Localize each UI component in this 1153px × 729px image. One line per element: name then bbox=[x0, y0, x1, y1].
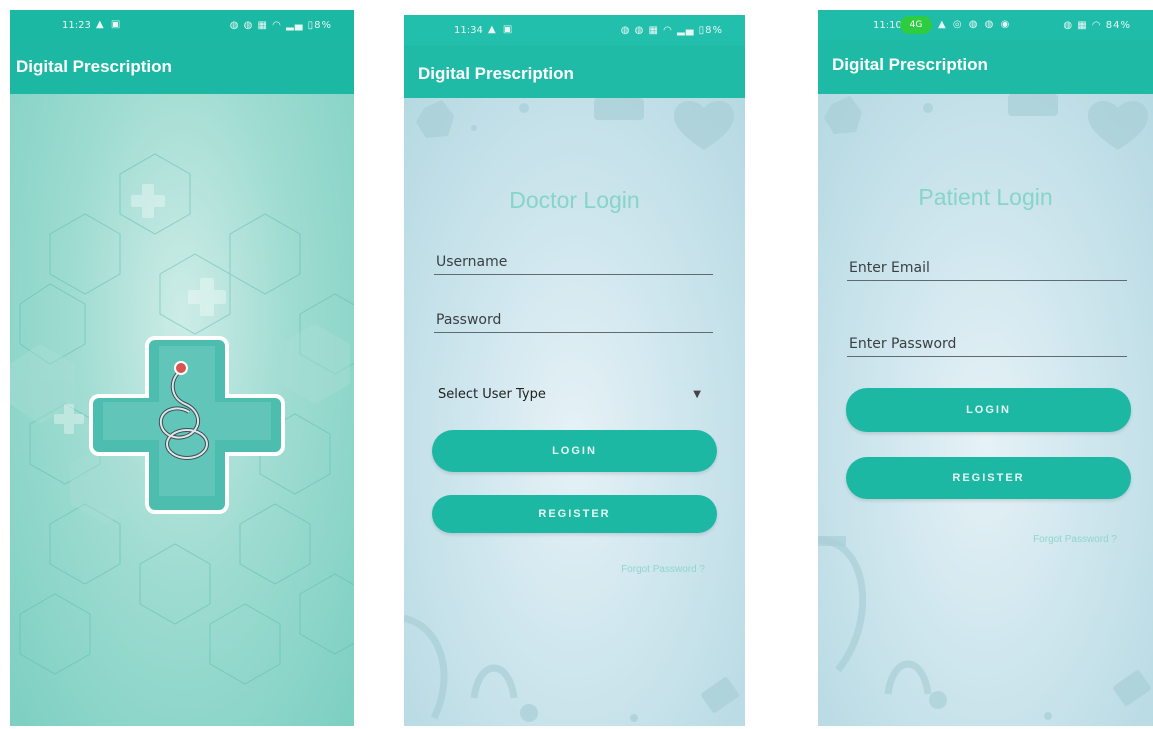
status-time: 11:10 bbox=[873, 20, 902, 31]
splash-screen: 11:23 ▲ ▣ ◍ ◍ ▦ ◠ ▂▄ ▯8% Digital Prescri… bbox=[10, 10, 354, 726]
app-bar-title: Digital Prescription bbox=[404, 45, 745, 98]
notification-icons: ▲ ◎ ◍ ◍ ◉ bbox=[938, 19, 1012, 30]
status-bar: 11:23 ▲ ▣ ◍ ◍ ▦ ◠ ▂▄ ▯8% bbox=[10, 10, 354, 40]
splash-content bbox=[10, 94, 354, 726]
doctor-login-content: Doctor Login Username Password Select Us… bbox=[404, 98, 745, 726]
patient-login-screen: 11:10 4G ▲ ◎ ◍ ◍ ◉ ◍ ▦ ◠ 84% Digital Pre… bbox=[818, 10, 1153, 726]
user-type-select[interactable]: Select User Type ▼ bbox=[438, 387, 701, 402]
password-input[interactable]: Password bbox=[434, 312, 713, 333]
status-bar: 11:34 ▲ ▣ ◍ ◍ ▦ ◠ ▂▄ ▯8% bbox=[404, 15, 745, 45]
network-badge: 4G bbox=[900, 16, 932, 34]
system-icons: ◍ ◍ ▦ ◠ ▂▄ ▯8% bbox=[229, 20, 332, 31]
register-button[interactable]: REGISTER bbox=[432, 495, 717, 533]
status-bar: 11:10 4G ▲ ◎ ◍ ◍ ◉ ◍ ▦ ◠ 84% bbox=[818, 10, 1153, 40]
status-time: 11:34 bbox=[454, 25, 483, 36]
forgot-password-link[interactable]: Forgot Password ? bbox=[621, 564, 705, 575]
status-time: 11:23 bbox=[62, 20, 91, 31]
dropdown-caret-icon: ▼ bbox=[693, 389, 701, 400]
app-bar-title: Digital Prescription bbox=[818, 40, 1153, 94]
forgot-password-link[interactable]: Forgot Password ? bbox=[1033, 534, 1117, 545]
system-icons: ◍ ◍ ▦ ◠ ▂▄ ▯8% bbox=[620, 25, 723, 36]
app-logo-icon bbox=[89, 336, 285, 514]
login-button[interactable]: LOGIN bbox=[846, 388, 1131, 432]
login-title: Patient Login bbox=[918, 184, 1053, 210]
user-type-label: Select User Type bbox=[438, 387, 546, 402]
username-input[interactable]: Username bbox=[434, 254, 713, 275]
login-button[interactable]: LOGIN bbox=[432, 430, 717, 472]
patient-login-content: Patient Login Enter Email Enter Password… bbox=[818, 94, 1153, 726]
notification-icons: ▲ ▣ bbox=[96, 19, 123, 30]
email-input[interactable]: Enter Email bbox=[847, 260, 1127, 281]
app-bar-title: Digital Prescription bbox=[10, 40, 354, 94]
doctor-login-screen: 11:34 ▲ ▣ ◍ ◍ ▦ ◠ ▂▄ ▯8% Digital Prescri… bbox=[404, 15, 745, 726]
password-input[interactable]: Enter Password bbox=[847, 336, 1127, 357]
login-title: Doctor Login bbox=[509, 187, 640, 213]
register-button[interactable]: REGISTER bbox=[846, 457, 1131, 499]
system-icons: ◍ ▦ ◠ 84% bbox=[1063, 20, 1131, 31]
notification-icons: ▲ ▣ bbox=[488, 24, 515, 35]
